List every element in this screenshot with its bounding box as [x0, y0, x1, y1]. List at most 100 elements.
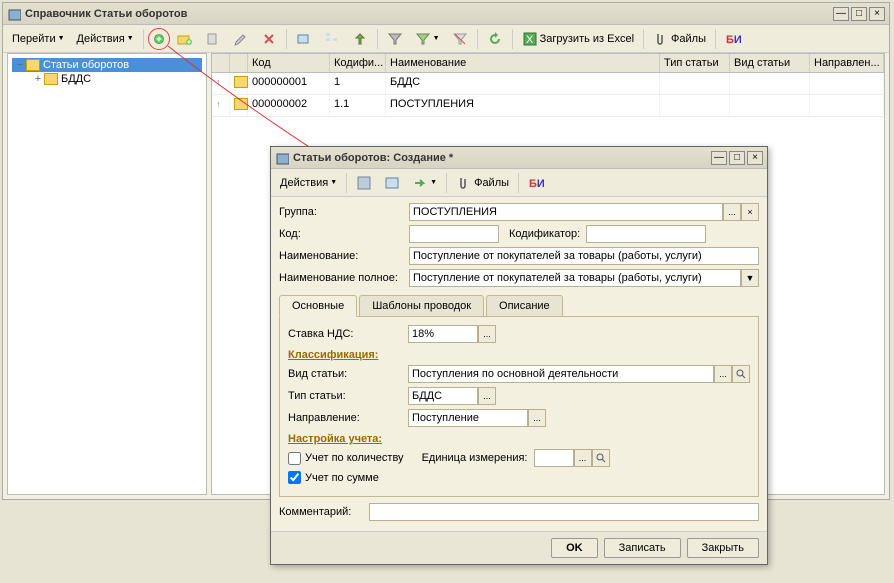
code-field[interactable] [409, 225, 499, 243]
nds-select-button[interactable]: ... [478, 325, 496, 343]
copy-button[interactable] [200, 28, 226, 50]
label-code: Код: [279, 228, 409, 240]
bi-button[interactable]: БИ [720, 28, 746, 50]
filter2-button[interactable]: ▼ [410, 28, 445, 50]
col-tip[interactable]: Тип статьи [660, 54, 730, 72]
label-tip: Тип статьи: [288, 390, 408, 402]
unit-select-button[interactable]: ... [574, 449, 592, 467]
dialog-titlebar: Статьи оборотов: Создание * — □ × [271, 147, 767, 169]
tip-select-button[interactable]: ... [478, 387, 496, 405]
dialog-catalog-icon[interactable] [379, 172, 405, 194]
dir-select-button[interactable]: ... [528, 409, 546, 427]
unit-search-button[interactable] [592, 449, 610, 467]
tabs: Основные Шаблоны проводок Описание [279, 295, 759, 317]
levelup-button[interactable] [347, 28, 373, 50]
minimize-button[interactable]: — [833, 7, 849, 21]
label-vid: Вид статьи: [288, 368, 408, 380]
load-excel-button[interactable]: XЗагрузить из Excel [517, 28, 639, 50]
tree-child[interactable]: +БДДС [30, 72, 202, 86]
unit-field[interactable] [534, 449, 574, 467]
fullname-field[interactable] [409, 269, 741, 287]
tab-description[interactable]: Описание [486, 295, 563, 316]
dialog-minimize-button[interactable]: — [711, 151, 727, 165]
dialog-toolbar: Действия▼ ▼ Файлы БИ [271, 169, 767, 197]
svg-text:БИ: БИ [529, 178, 544, 190]
hierarchy-button[interactable] [319, 28, 345, 50]
dialog-save-icon[interactable] [351, 172, 377, 194]
col-vid[interactable]: Вид статьи [730, 54, 810, 72]
filter1-button[interactable] [382, 28, 408, 50]
menu-go[interactable]: Перейти▼ [7, 28, 70, 50]
label-group: Группа: [279, 206, 409, 218]
comment-field[interactable] [369, 503, 759, 521]
close-dialog-button[interactable]: Закрыть [687, 538, 759, 558]
col-code[interactable]: Код [248, 54, 330, 72]
dialog-maximize-button[interactable]: □ [729, 151, 745, 165]
vid-select-button[interactable]: ... [714, 365, 732, 383]
svg-text:БИ: БИ [726, 34, 741, 46]
group-clear-button[interactable]: × [741, 203, 759, 221]
section-accounting: Настройка учета: [288, 433, 750, 445]
vid-search-button[interactable] [732, 365, 750, 383]
tab-content: Ставка НДС: ... Классификация: Вид стать… [279, 317, 759, 497]
main-titlebar: Справочник Статьи оборотов — □ × [3, 3, 889, 25]
name-field[interactable] [409, 247, 759, 265]
add-button[interactable] [148, 28, 170, 50]
label-nds: Ставка НДС: [288, 328, 408, 340]
svg-text:X: X [526, 34, 534, 46]
qty-checkbox-wrap[interactable]: Учет по количеству [288, 452, 404, 465]
dialog-title: Статьи оборотов: Создание * [293, 152, 709, 164]
search-icon [736, 369, 746, 379]
main-toolbar: Перейти▼ Действия▼ ▼ XЗагрузить из Excel… [3, 25, 889, 53]
nds-field[interactable] [408, 325, 478, 343]
grid-header: Код Кодифи... Наименование Тип статьи Ви… [212, 54, 884, 73]
fullname-dropdown-button[interactable]: ▼ [741, 269, 759, 287]
col-name[interactable]: Наименование [386, 54, 660, 72]
section-classification: Классификация: [288, 349, 750, 361]
edit-button[interactable] [228, 28, 254, 50]
sum-checkbox[interactable] [288, 471, 301, 484]
group-field[interactable] [409, 203, 723, 221]
save-button[interactable]: Записать [604, 538, 681, 558]
col-kodif[interactable]: Кодифи... [330, 54, 386, 72]
refresh-button[interactable] [482, 28, 508, 50]
group-select-button[interactable]: ... [723, 203, 741, 221]
files-button[interactable]: Файлы [648, 28, 711, 50]
catalog-icon [7, 7, 21, 21]
kodif-field[interactable] [586, 225, 706, 243]
menu-actions[interactable]: Действия▼ [72, 28, 139, 50]
label-kodif: Кодификатор: [509, 228, 580, 240]
dialog-close-button[interactable]: × [747, 151, 763, 165]
sum-checkbox-wrap[interactable]: Учет по сумме [288, 471, 379, 484]
label-dir: Направление: [288, 412, 408, 424]
tab-main[interactable]: Основные [279, 295, 357, 317]
label-comment: Комментарий: [279, 506, 369, 518]
dir-field[interactable] [408, 409, 528, 427]
qty-checkbox[interactable] [288, 452, 301, 465]
maximize-button[interactable]: □ [851, 7, 867, 21]
table-row[interactable]: ↑ 000000002 1.1 ПОСТУПЛЕНИЯ [212, 95, 884, 117]
tab-templates[interactable]: Шаблоны проводок [359, 295, 484, 316]
dialog-go-icon[interactable]: ▼ [407, 172, 442, 194]
tree-panel: −Статьи оборотов +БДДС [7, 53, 207, 495]
ok-button[interactable]: OK [551, 538, 598, 558]
main-title: Справочник Статьи оборотов [25, 8, 831, 20]
close-button[interactable]: × [869, 7, 885, 21]
col-nap[interactable]: Направлен... [810, 54, 884, 72]
label-fullname: Наименование полное: [279, 272, 409, 284]
tree-root[interactable]: −Статьи оборотов [12, 58, 202, 72]
search-icon [596, 453, 606, 463]
dialog-window: Статьи оборотов: Создание * — □ × Действ… [270, 146, 768, 565]
tip-field[interactable] [408, 387, 478, 405]
filter-off-button[interactable] [447, 28, 473, 50]
dialog-files-button[interactable]: Файлы [451, 172, 514, 194]
move-button[interactable] [291, 28, 317, 50]
add-folder-button[interactable] [172, 28, 198, 50]
label-name: Наименование: [279, 250, 409, 262]
table-row[interactable]: ↑ 000000001 1 БДДС [212, 73, 884, 95]
dialog-footer: OK Записать Закрыть [271, 531, 767, 564]
delete-button[interactable] [256, 28, 282, 50]
vid-field[interactable] [408, 365, 714, 383]
dialog-bi-button[interactable]: БИ [523, 172, 549, 194]
dialog-actions-menu[interactable]: Действия▼ [275, 172, 342, 194]
